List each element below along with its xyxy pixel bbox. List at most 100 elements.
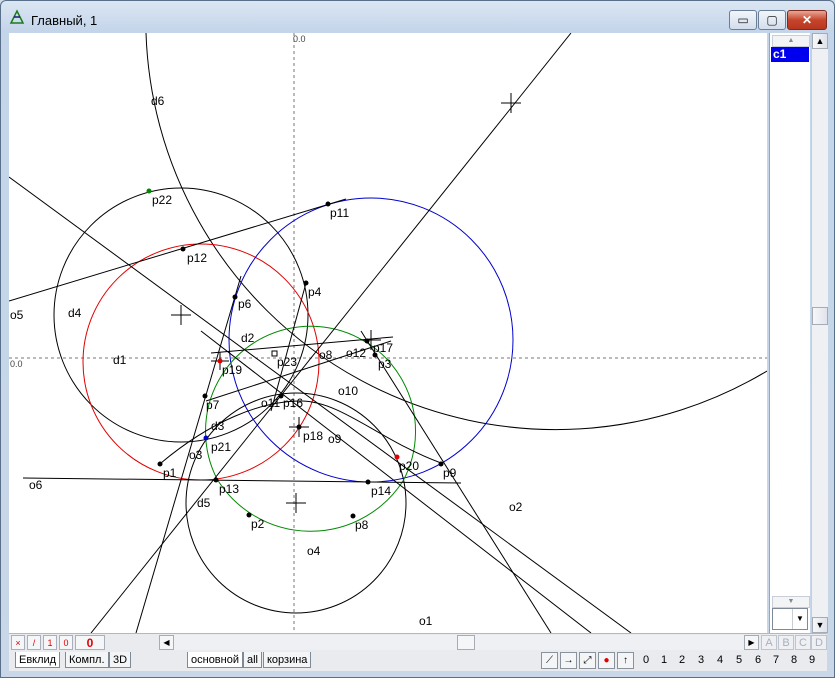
label-d2: d2 bbox=[241, 331, 255, 345]
label-p19: p19 bbox=[222, 363, 242, 377]
close-button[interactable]: ✕ bbox=[787, 10, 827, 30]
letter-b-button[interactable]: B bbox=[778, 635, 794, 650]
main-window: Главный, 1 ▭ ▢ ✕ 0.0 0.0 d6 p22 p11 p12 … bbox=[0, 0, 835, 678]
label-o2: o2 bbox=[509, 500, 523, 514]
label-o12: o12 bbox=[346, 346, 366, 360]
scroll-left-button[interactable]: ◀ bbox=[159, 635, 174, 650]
label-o3: o3 bbox=[189, 448, 203, 462]
zero-button[interactable]: 0 bbox=[59, 635, 73, 650]
label-p21: p21 bbox=[211, 440, 231, 454]
minimize-button[interactable]: ▭ bbox=[729, 10, 757, 30]
object-list-panel[interactable]: ▲ c1 ▼ ▼ bbox=[769, 33, 810, 633]
count-field[interactable]: 0 bbox=[75, 635, 105, 650]
geometry-drawing[interactable]: 0.0 0.0 d6 p22 p11 p12 p4 p6 o5 d4 d2 p2… bbox=[9, 33, 767, 633]
label-p6: p6 bbox=[238, 297, 252, 311]
tab-all[interactable]: all bbox=[243, 652, 263, 668]
maximize-button[interactable]: ▢ bbox=[758, 10, 786, 30]
label-p9: p9 bbox=[443, 466, 457, 480]
list-combo[interactable]: ▼ bbox=[772, 608, 808, 630]
arc-o3[interactable] bbox=[160, 400, 442, 464]
label-p23: p23 bbox=[277, 355, 297, 369]
label-p20: p20 bbox=[399, 459, 419, 473]
one-button[interactable]: 1 bbox=[43, 635, 57, 650]
label-p17: p17 bbox=[373, 341, 393, 355]
tab-3d[interactable]: 3D bbox=[109, 652, 132, 668]
label-p12: p12 bbox=[187, 251, 207, 265]
label-o9: o9 bbox=[328, 432, 342, 446]
label-d6: d6 bbox=[151, 94, 165, 108]
digit-3[interactable]: 3 bbox=[694, 654, 708, 666]
title-bar[interactable]: Главный, 1 ▭ ▢ ✕ bbox=[1, 1, 834, 31]
label-d3: d3 bbox=[211, 419, 225, 433]
digit-0[interactable]: 0 bbox=[639, 654, 653, 666]
label-o11: o11 bbox=[261, 396, 280, 410]
scroll-right-button[interactable]: ▶ bbox=[744, 635, 759, 650]
vertical-scrollbar[interactable]: ▲ ▼ bbox=[811, 33, 828, 633]
digit-8[interactable]: 8 bbox=[787, 654, 801, 666]
up-arrow-icon[interactable]: ↑ bbox=[617, 652, 634, 669]
line-o2[interactable] bbox=[200, 330, 592, 633]
label-d1: d1 bbox=[113, 353, 127, 367]
label-p8: p8 bbox=[355, 518, 369, 532]
chevron-down-icon[interactable]: ▼ bbox=[792, 609, 807, 629]
tab-trash[interactable]: корзина bbox=[263, 652, 312, 668]
digit-9[interactable]: 9 bbox=[805, 654, 819, 666]
label-p7: p7 bbox=[206, 398, 220, 412]
digit-6[interactable]: 6 bbox=[751, 654, 765, 666]
label-p18: p18 bbox=[303, 429, 323, 443]
line-o1[interactable] bbox=[9, 176, 632, 633]
horizontal-scrollbar[interactable]: ◀ ▶ bbox=[159, 635, 759, 650]
digit-1[interactable]: 1 bbox=[657, 654, 671, 666]
label-d5: d5 bbox=[197, 496, 211, 510]
line-tool-icon[interactable]: ⤢ bbox=[579, 652, 596, 669]
tab-euclid[interactable]: Евклид bbox=[15, 652, 61, 668]
slash-button[interactable]: / bbox=[27, 635, 41, 650]
line-o6[interactable] bbox=[22, 477, 462, 484]
app-icon bbox=[9, 9, 25, 24]
digit-4[interactable]: 4 bbox=[713, 654, 727, 666]
label-p2: p2 bbox=[251, 517, 265, 531]
label-o8: o8 bbox=[319, 348, 333, 362]
label-p11: p11 bbox=[330, 206, 349, 220]
scroll-thumb[interactable] bbox=[812, 307, 828, 325]
label-p14: p14 bbox=[371, 484, 391, 498]
digit-7[interactable]: 7 bbox=[769, 654, 783, 666]
tabs-bar: Евклид Компл. 3D основной all корзина ⟋ … bbox=[9, 651, 827, 671]
label-o5: o5 bbox=[10, 308, 24, 322]
tab-complex[interactable]: Компл. bbox=[65, 652, 109, 668]
list-scroll-down[interactable]: ▼ bbox=[772, 596, 810, 608]
minimize-icon: ▭ bbox=[737, 13, 749, 27]
drawing-canvas[interactable]: 0.0 0.0 d6 p22 p11 p12 p4 p6 o5 d4 d2 p2… bbox=[9, 33, 767, 633]
bottom-toolbar: × / 1 0 0 ◀ ▶ A B C D bbox=[9, 633, 827, 652]
label-o1: o1 bbox=[419, 614, 433, 628]
delete-button[interactable]: × bbox=[11, 635, 25, 650]
tab-main[interactable]: основной bbox=[187, 652, 243, 668]
label-p1: p1 bbox=[163, 466, 177, 480]
window-title: Главный, 1 bbox=[31, 13, 98, 28]
list-scroll-up[interactable]: ▲ bbox=[772, 35, 810, 47]
scroll-up-button[interactable]: ▲ bbox=[812, 33, 828, 49]
digit-5[interactable]: 5 bbox=[732, 654, 746, 666]
x-axis-label: 0.0 bbox=[10, 359, 23, 369]
digit-2[interactable]: 2 bbox=[675, 654, 689, 666]
label-p16: p16 bbox=[283, 396, 303, 410]
maximize-icon: ▢ bbox=[766, 13, 778, 27]
label-d4: d4 bbox=[68, 306, 82, 320]
label-p3: p3 bbox=[378, 357, 392, 371]
arrow-tool-icon[interactable]: → bbox=[560, 652, 577, 669]
label-p22: p22 bbox=[152, 193, 172, 207]
close-icon: ✕ bbox=[801, 13, 813, 27]
segment-tool-icon[interactable]: ⟋ bbox=[541, 652, 558, 669]
point-tool-icon[interactable]: ● bbox=[598, 652, 615, 669]
label-o6: o6 bbox=[29, 478, 43, 492]
hscroll-thumb[interactable] bbox=[457, 635, 475, 650]
letter-d-button[interactable]: D bbox=[811, 635, 827, 650]
scroll-down-button[interactable]: ▼ bbox=[812, 617, 828, 633]
letter-c-button[interactable]: C bbox=[795, 635, 811, 650]
label-p4: p4 bbox=[308, 285, 322, 299]
label-p13: p13 bbox=[219, 482, 239, 496]
list-item[interactable]: c1 bbox=[771, 47, 809, 62]
label-o4: o4 bbox=[307, 544, 321, 558]
letter-a-button[interactable]: A bbox=[761, 635, 777, 650]
line-long-diagonal[interactable] bbox=[90, 33, 572, 633]
